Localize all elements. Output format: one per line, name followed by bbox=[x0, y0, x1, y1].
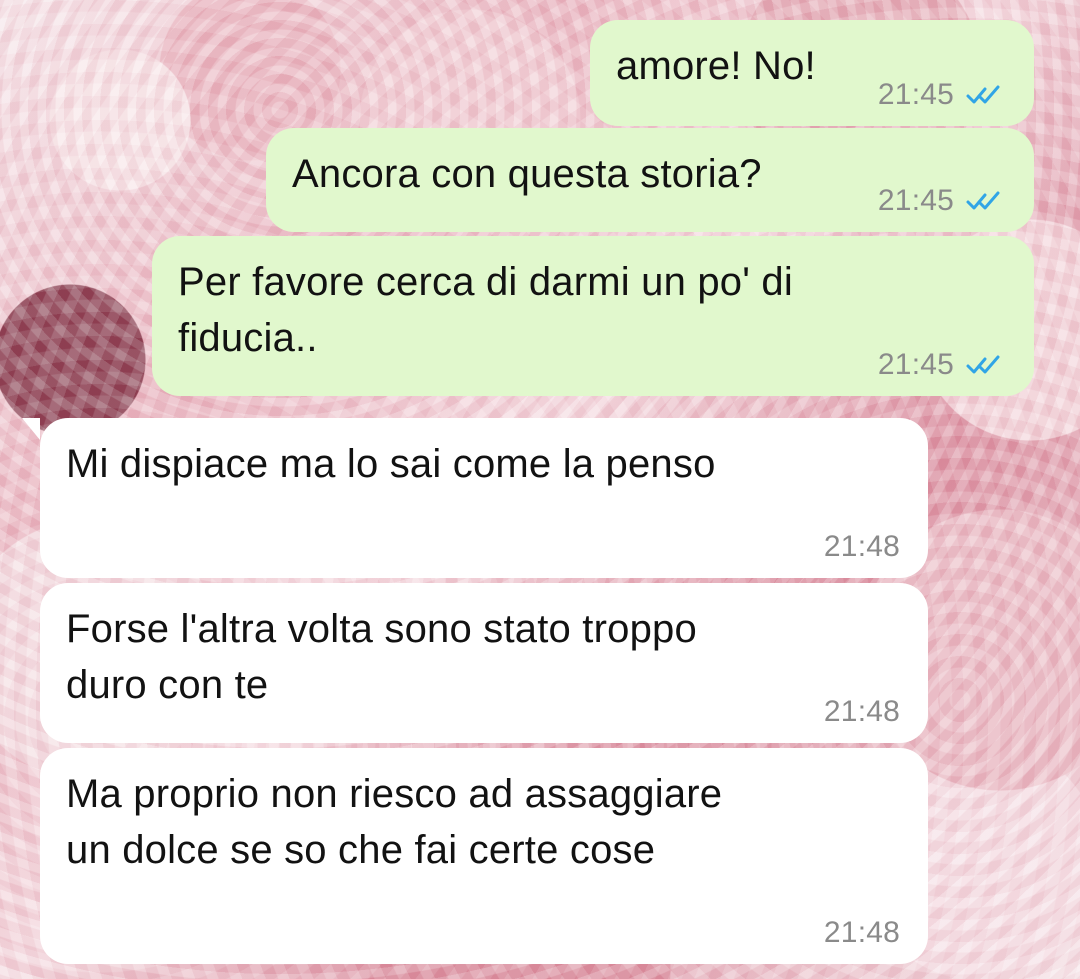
double-check-icon bbox=[964, 83, 1008, 107]
message-time: 21:48 bbox=[823, 695, 900, 728]
message-text: Forse l'altra volta sono stato troppo du… bbox=[66, 607, 697, 707]
double-check-icon bbox=[964, 353, 1008, 377]
message-time: 21:48 bbox=[823, 530, 900, 563]
message-time: 21:45 bbox=[877, 184, 954, 217]
message-meta: 21:45 bbox=[878, 350, 1008, 380]
double-check-icon bbox=[964, 189, 1008, 213]
chat-area[interactable]: amore! No! 21:45 Ancora con questa stori… bbox=[0, 0, 1080, 979]
message-bubble-outgoing[interactable]: Per favore cerca di darmi un po' di fidu… bbox=[152, 236, 1034, 396]
message-meta: 21:48 bbox=[824, 697, 900, 727]
message-bubble-incoming[interactable]: Mi dispiace ma lo sai come la penso 21:4… bbox=[22, 418, 928, 578]
message-bubble-incoming[interactable]: Ma proprio non riesco ad assaggiare un d… bbox=[40, 748, 928, 964]
message-meta: 21:45 bbox=[878, 186, 1008, 216]
message-meta: 21:48 bbox=[824, 918, 900, 948]
message-bubble-incoming[interactable]: Forse l'altra volta sono stato troppo du… bbox=[40, 583, 928, 743]
message-time: 21:48 bbox=[823, 916, 900, 949]
bubble-tail bbox=[22, 418, 40, 440]
message-bubble-outgoing[interactable]: amore! No! 21:45 bbox=[590, 20, 1034, 126]
message-text: Ma proprio non riesco ad assaggiare un d… bbox=[66, 772, 723, 872]
message-meta: 21:45 bbox=[878, 80, 1008, 110]
message-meta: 21:48 bbox=[824, 532, 900, 562]
message-time: 21:45 bbox=[877, 78, 954, 111]
message-text: Mi dispiace ma lo sai come la penso bbox=[66, 442, 716, 486]
message-time: 21:45 bbox=[877, 348, 954, 381]
message-bubble-outgoing[interactable]: Ancora con questa storia? 21:45 bbox=[266, 128, 1034, 232]
